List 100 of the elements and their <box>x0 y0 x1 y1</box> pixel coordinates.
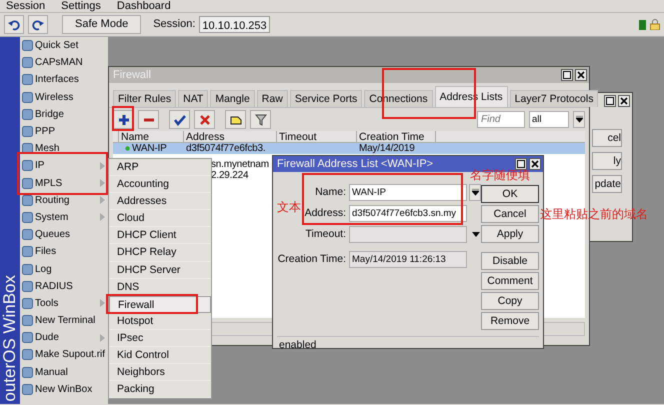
tab[interactable]: Filter Rules <box>113 90 176 107</box>
menu-item[interactable]: New WinBox <box>20 380 108 398</box>
menu-item[interactable]: Interfaces <box>20 71 108 89</box>
submenu-item[interactable]: Neighbors <box>109 364 211 382</box>
close-button[interactable] <box>618 95 630 107</box>
tile-icon <box>22 160 33 172</box>
input-field[interactable] <box>349 226 467 243</box>
submenu-item[interactable]: Firewall <box>109 296 211 313</box>
tile-icon <box>22 212 33 223</box>
menu-item[interactable]: CAPsMAN <box>20 54 108 72</box>
table-cell: WAN-IP <box>132 143 167 154</box>
dropdown-icon <box>472 189 478 196</box>
menu-item[interactable]: Dude <box>20 329 108 346</box>
dialog-button[interactable]: ly <box>592 152 622 170</box>
tab[interactable]: Raw <box>256 90 288 107</box>
menu-item[interactable]: New Terminal <box>20 312 108 330</box>
menu-item[interactable]: Dashboard <box>116 0 171 12</box>
dialog-button[interactable]: pdate <box>592 175 622 193</box>
lock-icon <box>650 19 660 30</box>
dialog-button[interactable]: cel <box>592 129 622 147</box>
table-row[interactable]: WAN-IP d3f5074f77e6fcb3. May/14/2019 <box>113 143 585 154</box>
brand-text: outerOS WinBox <box>0 275 20 402</box>
dialog-button[interactable]: Comment <box>481 272 539 290</box>
submenu-item[interactable]: Addresses <box>109 193 211 210</box>
submenu-item[interactable]: DHCP Server <box>109 262 211 279</box>
dialog-button[interactable]: Apply <box>481 225 539 243</box>
menu-item[interactable]: Tools <box>20 294 108 312</box>
check-icon <box>174 114 186 126</box>
tile-icon <box>22 384 33 395</box>
tile-icon <box>22 178 33 189</box>
maximize-button[interactable] <box>604 95 616 107</box>
dropdown-button[interactable] <box>469 184 481 201</box>
menu-item[interactable]: Quick Set <box>20 37 108 54</box>
dialog-button[interactable]: OK <box>481 185 539 203</box>
tile-icon <box>22 194 33 206</box>
tile-icon <box>22 40 33 52</box>
column-header[interactable]: Address <box>184 131 277 142</box>
undo-button[interactable] <box>4 15 24 34</box>
close-button[interactable] <box>529 158 541 170</box>
close-icon <box>198 114 210 126</box>
menu-item[interactable]: Settings <box>61 0 101 12</box>
column-header[interactable]: Timeout <box>277 131 357 142</box>
menu-item[interactable]: MPLS <box>20 174 108 192</box>
dropdown-button[interactable] <box>573 111 585 128</box>
tile-icon <box>22 74 33 86</box>
safe-mode-button[interactable]: Safe Mode <box>62 15 142 34</box>
square-icon <box>606 97 614 105</box>
tab[interactable]: Layer7 Protocols <box>510 90 598 107</box>
dialog-button[interactable]: Cancel <box>481 205 539 223</box>
menu-item[interactable]: Log <box>20 260 108 278</box>
note-button[interactable] <box>225 110 246 129</box>
dropdown-arrow-icon[interactable] <box>472 232 480 238</box>
menu-item[interactable]: IP <box>20 157 108 174</box>
tile-icon <box>22 264 33 275</box>
maximize-button[interactable] <box>561 69 573 81</box>
menu-item[interactable]: Session <box>6 0 46 12</box>
menu-item[interactable]: Bridge <box>20 106 108 123</box>
tab[interactable]: Service Ports <box>290 90 362 107</box>
column-header[interactable]: Creation Time <box>357 131 436 142</box>
submenu-item[interactable]: DHCP Client <box>109 227 211 244</box>
input-field[interactable]: d3f5074f77e6fcb3.sn.my <box>349 205 467 222</box>
remove-button[interactable] <box>138 110 159 129</box>
filter-button[interactable] <box>250 110 271 129</box>
menu-item[interactable]: Manual <box>20 364 108 381</box>
tile-icon <box>22 126 33 138</box>
submenu-item[interactable]: Kid Control <box>109 347 211 364</box>
dialog-button[interactable]: Remove <box>481 312 539 330</box>
menu-item[interactable]: Wireless <box>20 88 108 106</box>
submenu-item[interactable]: ARP <box>109 159 211 176</box>
check-button[interactable] <box>169 110 190 129</box>
menu-item[interactable]: Files <box>20 243 108 260</box>
maximize-button[interactable] <box>515 158 527 170</box>
find-field[interactable]: Find <box>477 111 525 128</box>
submenu-item[interactable]: Cloud <box>109 210 211 228</box>
tab[interactable]: NAT <box>178 90 208 107</box>
close-icon <box>577 71 585 79</box>
submenu-item[interactable]: IPsec <box>109 330 211 348</box>
field-label: Address: <box>304 207 346 220</box>
menu-item[interactable]: Queues <box>20 226 108 244</box>
redo-button[interactable] <box>28 15 48 34</box>
menu-item[interactable]: System <box>20 208 108 226</box>
submenu-item[interactable]: DHCP Relay <box>109 244 211 262</box>
filter-select[interactable]: all <box>529 111 569 128</box>
menu-item[interactable]: Make Supout.rif <box>20 346 108 364</box>
input-field[interactable]: WAN-IP <box>349 184 467 201</box>
status-bar: enabled <box>277 336 539 354</box>
menu-item[interactable]: Routing <box>20 192 108 209</box>
dialog-button[interactable]: Disable <box>481 252 539 270</box>
submenu-item[interactable]: Packing <box>109 381 211 398</box>
menu-item[interactable]: RADIUS <box>20 278 108 295</box>
field-label: Creation Time: <box>278 253 346 266</box>
tile-icon <box>22 92 33 103</box>
tile-icon <box>22 229 33 240</box>
submenu-item[interactable]: Accounting <box>109 176 211 194</box>
menu-item[interactable]: PPP <box>20 122 108 140</box>
close-button[interactable] <box>575 69 587 81</box>
dialog-button[interactable]: Copy <box>481 292 539 310</box>
input-field: May/14/2019 11:26:13 <box>349 251 467 268</box>
tile-icon <box>22 246 33 258</box>
tab[interactable]: Mangle <box>210 90 255 107</box>
